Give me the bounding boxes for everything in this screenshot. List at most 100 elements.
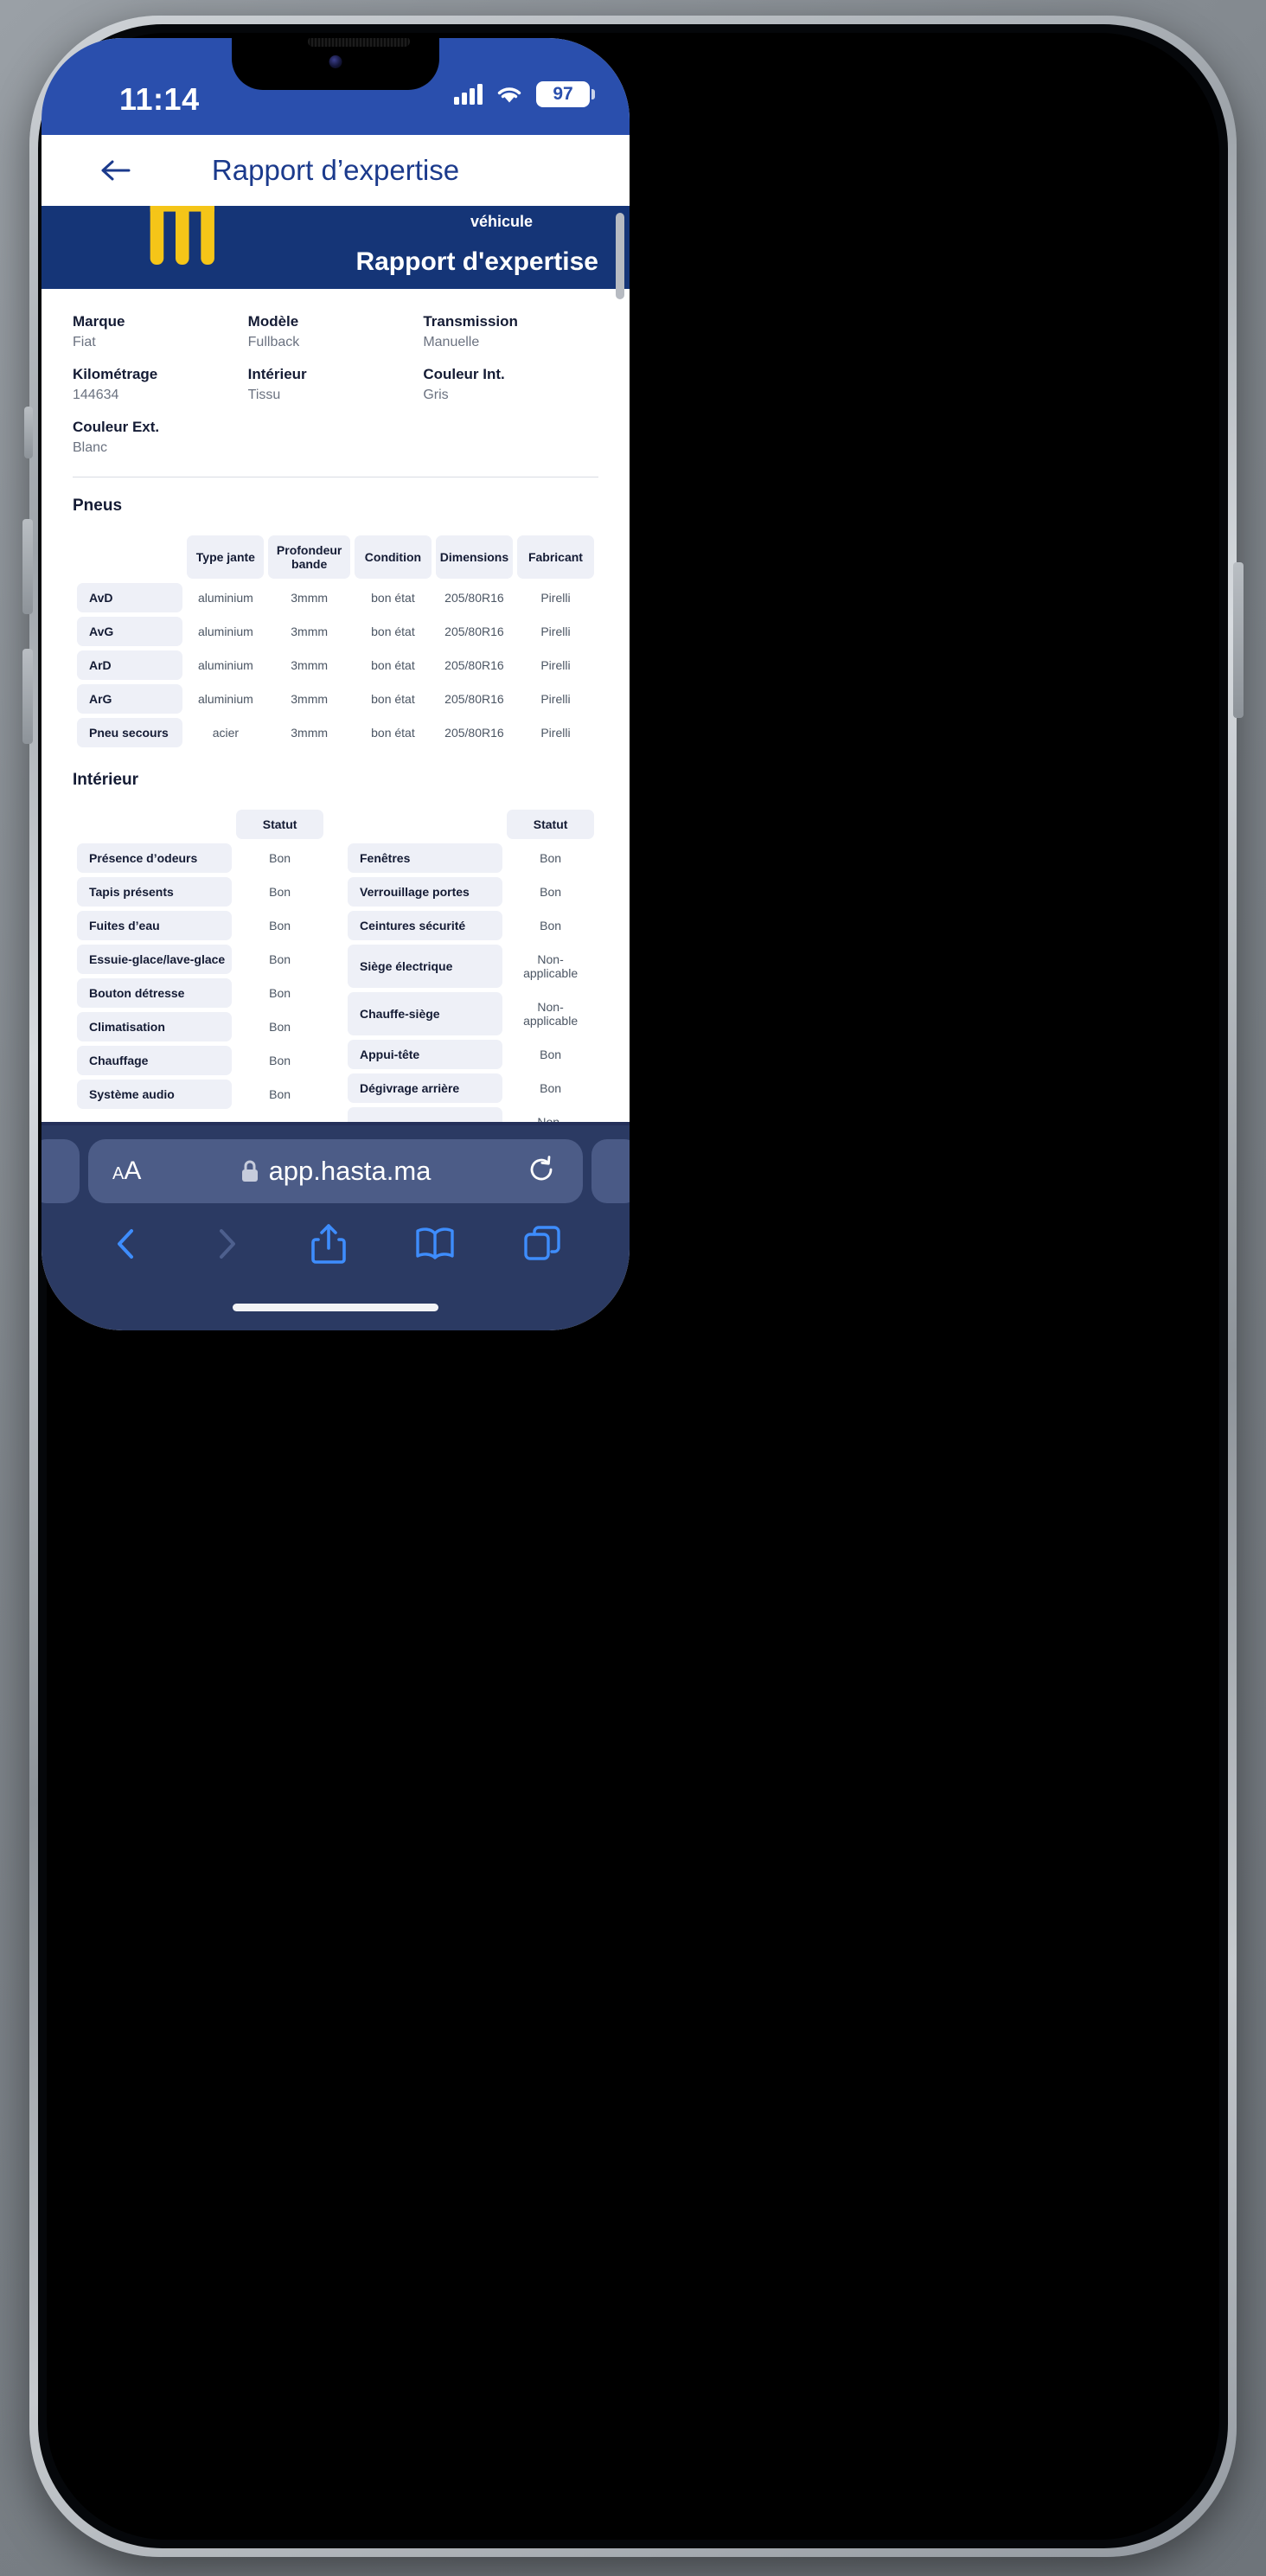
interior-item-status: Non-applicable: [523, 1000, 579, 1028]
table-header-cell: Type jante: [187, 535, 265, 580]
tire-cell: 3mmm: [291, 726, 329, 740]
next-tab-preview[interactable]: [591, 1139, 630, 1203]
table-row: Siège électrique Non-applicable: [348, 945, 594, 989]
interior-item-status: Bon: [269, 1020, 291, 1035]
browser-tool-row: [42, 1203, 630, 1266]
bookmarks-button[interactable]: [413, 1225, 457, 1263]
table-header-row: Statut: [77, 810, 323, 840]
app-navigation-bar: Rapport d’expertise: [42, 135, 630, 206]
table-header-blank: [348, 810, 502, 839]
tire-cell: Pirelli: [540, 591, 571, 606]
vehicle-info-field: Transmission Manuelle: [423, 313, 598, 350]
vehicle-info-field: Couleur Ext. Blanc: [73, 419, 248, 456]
interior-item-label: Appui-tête: [348, 1040, 503, 1070]
tire-cell: 205/80R16: [444, 726, 504, 740]
battery-icon: 97: [536, 81, 595, 107]
report-scroll-area[interactable]: véhicule Rapport d'expertise Marque Fiat M…: [42, 206, 630, 1220]
tabs-button[interactable]: [522, 1224, 562, 1264]
table-header-status: Statut: [236, 810, 323, 840]
vehicle-info-value: Fiat: [73, 335, 96, 349]
tire-cell: aluminium: [197, 658, 253, 673]
table-header-blank: [77, 535, 182, 579]
vehicle-info-value: Blanc: [73, 440, 108, 455]
share-icon: [311, 1224, 346, 1264]
interior-item-status: Bon: [540, 1048, 562, 1062]
back-button[interactable]: [95, 151, 135, 190]
volume-up-button[interactable]: [22, 519, 33, 614]
report-banner-subtitle: véhicule: [470, 213, 533, 230]
table-header-row: Type jante Profondeur bande Condition Dimen…: [77, 535, 594, 580]
browser-back-button[interactable]: [109, 1224, 144, 1264]
volume-down-button[interactable]: [22, 649, 33, 744]
tire-cell: Pirelli: [540, 726, 571, 740]
interior-item-status: Bon: [269, 1054, 291, 1068]
tire-position-label: AvG: [77, 617, 183, 647]
tire-cell: Pirelli: [540, 692, 571, 707]
previous-tab-preview[interactable]: [42, 1139, 80, 1203]
tire-cell: bon état: [371, 692, 415, 707]
table-row: Climatisation Bon: [77, 1012, 323, 1042]
table-header-cell: Fabricant: [516, 535, 594, 580]
tire-cell: 205/80R16: [444, 625, 504, 639]
tabs-icon: [524, 1226, 560, 1260]
table-row: Fenêtres Bon: [348, 843, 594, 874]
tire-cell: 3mmm: [291, 658, 329, 673]
vehicle-info-label: Kilométrage: [73, 366, 158, 382]
book-icon: [416, 1227, 454, 1259]
interior-item-label: Tapis présents: [77, 877, 233, 907]
tire-cell: 3mmm: [291, 625, 329, 639]
home-indicator[interactable]: [233, 1304, 438, 1311]
table-row: Tapis présents Bon: [77, 877, 323, 907]
vehicle-info-label: Transmission: [423, 313, 518, 330]
tire-position-label: AvD: [77, 583, 183, 613]
text-size-button[interactable]: AA: [112, 1157, 141, 1186]
interior-item-status: Bon: [540, 919, 562, 933]
interior-item-label: Essuie-glace/lave-glace: [77, 945, 233, 975]
section-title-interior: Intérieur: [73, 771, 139, 790]
tires-table: Type jante Profondeur bande Condition Dimen…: [73, 531, 598, 752]
table-row: Bouton détresse Bon: [77, 978, 323, 1009]
interior-item-status: Non-applicable: [523, 952, 579, 981]
vehicle-info-label: Couleur Int.: [423, 366, 505, 382]
share-button[interactable]: [310, 1222, 348, 1266]
vehicle-info-field: Couleur Int. Gris: [423, 366, 598, 403]
interior-item-label: Ceintures sécurité: [348, 911, 503, 941]
mute-switch[interactable]: [24, 407, 33, 458]
table-row: Verrouillage portes Bon: [348, 877, 594, 907]
vehicle-info-value: Fullback: [247, 335, 300, 349]
vehicle-info-label: Intérieur: [247, 366, 307, 382]
vehicle-info-value: 144634: [73, 388, 119, 402]
tire-cell: Pirelli: [540, 658, 571, 673]
table-row: Dégivrage arrière Bon: [348, 1073, 594, 1104]
tire-position-label: ArG: [77, 684, 183, 714]
interior-item-label: Fenêtres: [348, 843, 503, 874]
table-row: Fuites d’eau Bon: [77, 911, 323, 941]
battery-percentage: 97: [553, 84, 573, 104]
vehicle-info-field: Kilométrage 144634: [73, 366, 248, 403]
address-bar[interactable]: AA app.hasta.ma: [88, 1139, 583, 1203]
tire-cell: 205/80R16: [444, 692, 504, 707]
vehicle-info-grid: Marque Fiat Modèle Fullback Transmission Manu…: [73, 289, 598, 456]
vehicle-info-field: Intérieur Tissu: [248, 366, 424, 403]
reload-icon: [530, 1155, 553, 1180]
browser-forward-button[interactable]: [209, 1224, 244, 1264]
interior-item-label: Présence d’odeurs: [77, 843, 233, 874]
hasta-h-logo: [150, 206, 214, 265]
power-button[interactable]: [1233, 562, 1244, 718]
report-banner-title: Rapport d'expertise: [355, 247, 598, 276]
table-header-status: Statut: [507, 810, 594, 840]
table-row: Chauffe-siège Non-applicable: [348, 992, 594, 1036]
vehicle-info-label: Couleur Ext.: [73, 419, 160, 435]
tire-cell: aluminium: [197, 625, 253, 639]
interior-item-label: Climatisation: [77, 1012, 233, 1042]
table-header-cell: Dimensions: [435, 535, 513, 580]
reload-button[interactable]: [526, 1154, 557, 1189]
tire-cell: aluminium: [197, 692, 253, 707]
table-row: Essuie-glace/lave-glace Bon: [77, 945, 323, 975]
scrollbar-thumb[interactable]: [616, 213, 624, 299]
table-row: ArD aluminium 3mmm bon état 205/80R16 Pirelli: [77, 650, 594, 681]
interior-item-status: Bon: [540, 851, 562, 866]
interior-item-status: Bon: [269, 986, 291, 1001]
url-bar-row: AA app.hasta.ma: [42, 1125, 630, 1203]
interior-item-label: Chauffe-siège: [348, 992, 503, 1036]
